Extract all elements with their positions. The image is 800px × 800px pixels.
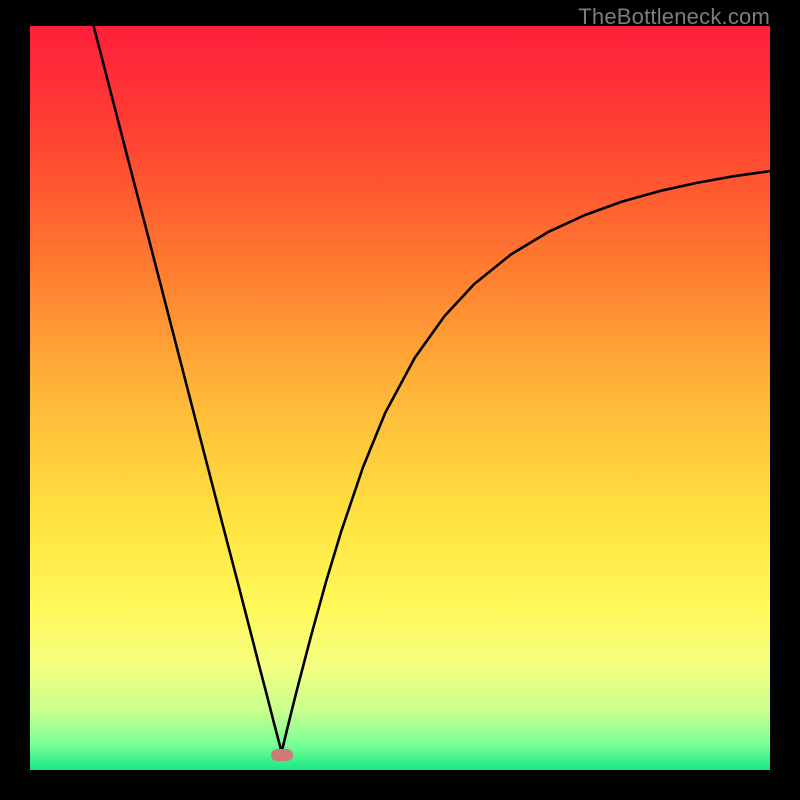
plot-area [30,26,770,770]
watermark-text: TheBottleneck.com [578,4,770,30]
chart-frame: TheBottleneck.com [0,0,800,800]
plot-svg [30,26,770,770]
minimum-marker [271,749,293,761]
gradient-background [30,26,770,770]
